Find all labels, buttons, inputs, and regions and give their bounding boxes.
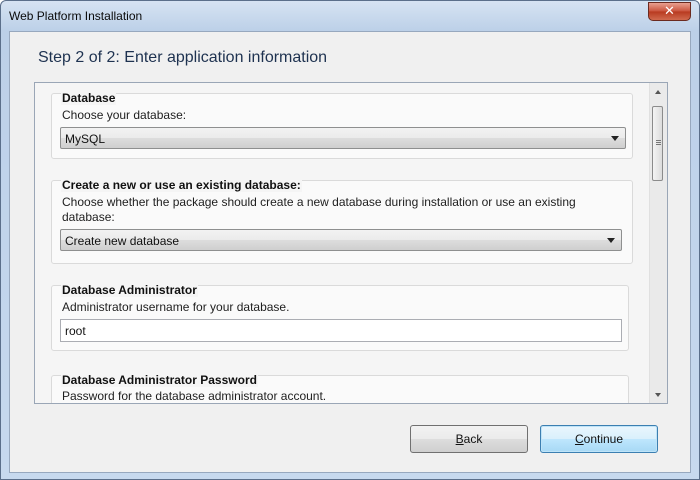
- chevron-down-icon: [607, 238, 615, 243]
- create-database-select-value: Create new database: [65, 234, 180, 248]
- scroll-up-arrow-icon[interactable]: [655, 90, 661, 94]
- db-admin-username-value: root: [65, 324, 86, 338]
- installer-window: Web Platform Installation ✕ Step 2 of 2:…: [0, 0, 700, 480]
- scrollbar-thumb[interactable]: [652, 106, 663, 181]
- db-admin-username-input[interactable]: root: [60, 319, 622, 342]
- db-admin-heading: Database Administrator: [61, 283, 198, 297]
- db-admin-password-description: Password for the database administrator …: [62, 389, 327, 403]
- db-admin-password-heading: Database Administrator Password: [61, 373, 258, 387]
- db-admin-section: Database Administrator Administrator use…: [51, 283, 629, 351]
- client-area: Step 2 of 2: Enter application informati…: [9, 31, 691, 473]
- title-bar: Web Platform Installation ✕: [1, 1, 699, 31]
- back-button[interactable]: Back: [410, 425, 528, 453]
- continue-label: ontinue: [583, 432, 624, 446]
- window-title: Web Platform Installation: [9, 9, 143, 23]
- database-heading: Database: [61, 91, 117, 105]
- step-title: Step 2 of 2: Enter application informati…: [38, 49, 328, 66]
- create-database-description-line1: Choose whether the package should create…: [62, 195, 576, 209]
- database-select-value: MySQL: [65, 132, 106, 146]
- close-button[interactable]: ✕: [648, 2, 691, 21]
- create-database-heading: Create a new or use an existing database…: [61, 178, 302, 192]
- continue-accelerator: C: [574, 432, 584, 446]
- db-admin-description: Administrator username for your database…: [62, 300, 290, 314]
- database-section: Database Choose your database: MySQL: [51, 91, 633, 159]
- db-admin-password-section: Database Administrator Password Password…: [51, 373, 629, 403]
- grip-line: [656, 142, 661, 143]
- continue-button[interactable]: Continue: [540, 425, 658, 453]
- database-select[interactable]: MySQL: [60, 127, 626, 149]
- create-database-section: Create a new or use an existing database…: [51, 178, 633, 264]
- chevron-down-icon: [611, 136, 619, 141]
- create-database-description-line2: database:: [62, 210, 115, 224]
- scroll-down-arrow-icon[interactable]: [655, 393, 661, 397]
- back-label: ack: [463, 432, 483, 446]
- grip-line: [656, 144, 661, 145]
- database-description: Choose your database:: [62, 108, 187, 122]
- create-database-select[interactable]: Create new database: [60, 229, 622, 251]
- parameters-scroll-area[interactable]: Database Choose your database: MySQL Cre…: [34, 82, 668, 404]
- close-icon: ✕: [664, 4, 675, 19]
- grip-line: [656, 140, 661, 141]
- vertical-scrollbar[interactable]: [649, 83, 667, 403]
- back-accelerator: B: [455, 432, 464, 446]
